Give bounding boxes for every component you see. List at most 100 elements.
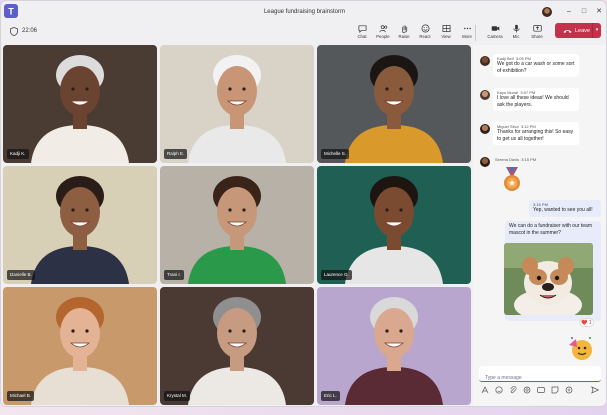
participant-name: Kadji K. bbox=[7, 149, 29, 159]
participant-video bbox=[160, 287, 314, 405]
video-tile[interactable]: Krystal M. bbox=[160, 287, 314, 405]
emoji-icon[interactable] bbox=[495, 386, 503, 394]
mic-button[interactable]: Mic bbox=[505, 23, 527, 43]
teams-logo-icon: T bbox=[4, 4, 18, 18]
chevron-down-icon[interactable]: ▾ bbox=[592, 23, 601, 38]
leave-button[interactable]: Leave ▾ bbox=[555, 23, 601, 38]
sticker-icon[interactable] bbox=[551, 386, 559, 394]
participant-video bbox=[317, 166, 471, 284]
message-input[interactable] bbox=[479, 370, 601, 386]
more-label: More bbox=[462, 34, 472, 39]
participant-name: Ralph E. bbox=[164, 149, 188, 159]
chat-panel: Kadji Bell 3:05 PM We got do a car wash … bbox=[473, 45, 606, 406]
react-icon bbox=[421, 24, 429, 33]
loop-icon[interactable] bbox=[523, 386, 531, 394]
participant-video bbox=[3, 166, 157, 284]
raise-label: Raise bbox=[398, 34, 410, 39]
share-icon bbox=[532, 24, 542, 32]
avatar bbox=[480, 157, 490, 167]
chat-label: Chat bbox=[357, 34, 367, 39]
participant-name: Trani I. bbox=[164, 270, 184, 280]
more-options-icon[interactable] bbox=[565, 386, 573, 394]
send-icon[interactable] bbox=[591, 386, 599, 394]
participant-video bbox=[160, 166, 314, 284]
video-grid: Kadji K. Ralph E. Michelle S. Danielle B. Tr… bbox=[3, 45, 471, 405]
people-icon bbox=[379, 25, 387, 33]
gif-icon[interactable] bbox=[537, 386, 545, 394]
svg-text:T: T bbox=[8, 7, 14, 17]
mic-icon bbox=[512, 24, 520, 33]
share-label: Share bbox=[531, 34, 543, 39]
participant-video bbox=[317, 45, 471, 163]
participant-video bbox=[3, 287, 157, 405]
attach-icon[interactable] bbox=[509, 386, 517, 394]
desktop-background bbox=[0, 407, 607, 415]
message-text: We can do a fundraiser with our team mas… bbox=[509, 223, 593, 236]
share-button[interactable]: Share bbox=[526, 23, 548, 43]
more-icon bbox=[463, 27, 471, 30]
message-bubble: Kadji Bell 3:05 PM We got do a car wash … bbox=[493, 54, 579, 77]
meeting-title: League fundraising brainstorm bbox=[263, 9, 346, 15]
avatar bbox=[480, 56, 490, 66]
video-tile[interactable]: Kadji K. bbox=[3, 45, 157, 163]
message-time: 3:15 PM bbox=[521, 157, 537, 162]
view-icon bbox=[442, 24, 450, 33]
video-tile[interactable]: Michelle S. bbox=[317, 45, 471, 163]
format-icon[interactable] bbox=[481, 386, 489, 394]
participant-video bbox=[317, 287, 471, 405]
view-button[interactable]: View bbox=[435, 23, 457, 43]
participant-video bbox=[3, 45, 157, 163]
close-button[interactable]: ✕ bbox=[594, 7, 604, 17]
raise-hand-button[interactable]: Raise bbox=[393, 23, 415, 43]
chat-message: Miguel Silva 3:12 PM Thanks for arrangin… bbox=[473, 122, 606, 150]
camera-icon bbox=[491, 26, 499, 31]
raise-hand-icon bbox=[401, 25, 407, 33]
medal-sticker bbox=[504, 167, 520, 191]
people-label: People bbox=[376, 34, 390, 39]
video-tile[interactable]: Danielle B. bbox=[3, 166, 157, 284]
avatar bbox=[480, 90, 490, 100]
shield-icon bbox=[10, 27, 18, 36]
react-button[interactable]: React bbox=[414, 23, 436, 43]
message-text: I love all these ideas! We should ask th… bbox=[497, 95, 569, 108]
people-button[interactable]: People bbox=[372, 23, 394, 43]
profile-avatar[interactable] bbox=[542, 7, 552, 17]
chat-button[interactable]: Chat bbox=[351, 23, 373, 43]
message-compose-box[interactable] bbox=[479, 366, 601, 386]
camera-button[interactable]: Camera bbox=[484, 23, 506, 43]
participant-name: Danielle B. bbox=[7, 270, 35, 280]
video-tile[interactable]: Laurence G. bbox=[317, 166, 471, 284]
heart-reaction[interactable]: ❤️ 1 bbox=[579, 318, 594, 327]
camera-label: Camera bbox=[487, 34, 503, 39]
avatar bbox=[480, 124, 490, 134]
hang-up-icon bbox=[563, 29, 572, 33]
minimize-button[interactable]: – bbox=[564, 7, 574, 17]
chat-message: Kadji Bell 3:05 PM We got do a car wash … bbox=[473, 54, 606, 82]
react-label: React bbox=[419, 34, 431, 39]
message-bubble: Miguel Silva 3:12 PM Thanks for arrangin… bbox=[493, 122, 579, 145]
participant-name: Laurence G. bbox=[321, 270, 352, 280]
title-bar: T League fundraising brainstorm – □ ✕ bbox=[1, 1, 606, 23]
celebration-sticker bbox=[569, 337, 592, 360]
participant-name: Michelle S. bbox=[321, 149, 350, 159]
video-tile[interactable]: Michael B. bbox=[3, 287, 157, 405]
video-tile[interactable]: Ralph E. bbox=[160, 45, 314, 163]
message-sender: Serena Davis bbox=[495, 157, 520, 162]
video-tile[interactable]: Trani I. bbox=[160, 166, 314, 284]
video-tile[interactable]: Eric L. bbox=[317, 287, 471, 405]
message-text: We got do a car wash or some sort of exh… bbox=[497, 61, 575, 74]
participant-name: Eric L. bbox=[321, 391, 340, 401]
message-text: Thanks for arranging this! So easy to ge… bbox=[497, 129, 574, 142]
teams-meeting-window: T League fundraising brainstorm – □ ✕ 22… bbox=[0, 0, 607, 407]
view-label: View bbox=[441, 34, 451, 39]
maximize-button[interactable]: □ bbox=[579, 7, 589, 17]
leave-label: Leave bbox=[575, 27, 590, 34]
dog-photo[interactable] bbox=[504, 243, 593, 315]
sent-message: 3:15 PM Yep, wanted to see you all! bbox=[529, 200, 601, 217]
chat-icon bbox=[358, 25, 366, 33]
message-bubble: Kayo Mundi 3:07 PM I love all these idea… bbox=[493, 88, 579, 111]
chat-message: Kayo Mundi 3:07 PM I love all these idea… bbox=[473, 88, 606, 116]
mic-label: Mic bbox=[512, 34, 520, 39]
participant-name: Michael B. bbox=[7, 391, 35, 401]
meeting-timer: 22:06 bbox=[22, 28, 38, 34]
